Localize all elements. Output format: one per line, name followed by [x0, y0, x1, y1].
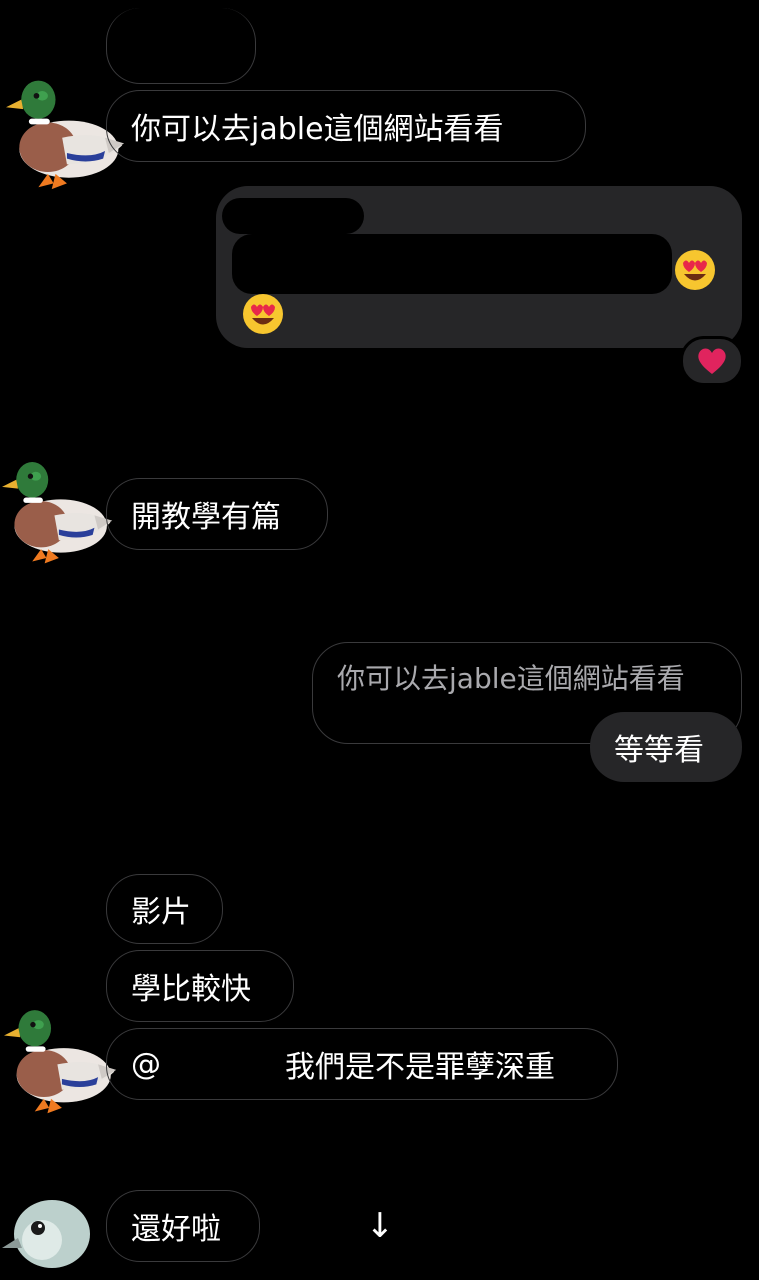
red-heart-icon: [698, 348, 726, 374]
message-text: 影片: [131, 895, 191, 930]
received-message[interactable]: 學比較快: [106, 950, 294, 1022]
heart-eyes-emoji: [675, 250, 715, 290]
heart-eyes-emoji: [243, 294, 283, 334]
heart-reaction[interactable]: [680, 336, 744, 386]
message-text: 開教學有篇: [131, 500, 281, 535]
received-message[interactable]: 影片: [106, 874, 223, 944]
received-message[interactable]: 你可以去jable這個網站看看: [106, 90, 586, 162]
redaction-mark: [222, 198, 364, 234]
received-message[interactable]: 開教學有篇: [106, 478, 328, 550]
quoted-text: 你可以去jable這個網站看看: [337, 662, 685, 695]
redaction-mark: [232, 234, 672, 294]
cut-off-bubble: [106, 8, 256, 84]
message-text: 還好啦: [131, 1212, 221, 1247]
message-text: 你可以去jable這個網站看看: [131, 112, 504, 147]
mallard-duck-avatar[interactable]: [4, 998, 118, 1120]
message-text: 學比較快: [131, 972, 251, 1007]
message-text: 我們是不是罪孽深重: [285, 1050, 555, 1085]
received-message[interactable]: 還好啦: [106, 1190, 260, 1262]
mention-text[interactable]: @: [131, 1047, 161, 1082]
mallard-duck-avatar[interactable]: [2, 450, 114, 570]
received-message[interactable]: @ 我們是不是罪孽深重: [106, 1028, 618, 1100]
arrow-down-icon[interactable]: ↓: [362, 1204, 398, 1248]
message-text: 等等看: [614, 733, 704, 768]
bird-head-avatar[interactable]: [2, 1196, 94, 1270]
sent-message[interactable]: 等等看: [590, 712, 742, 782]
